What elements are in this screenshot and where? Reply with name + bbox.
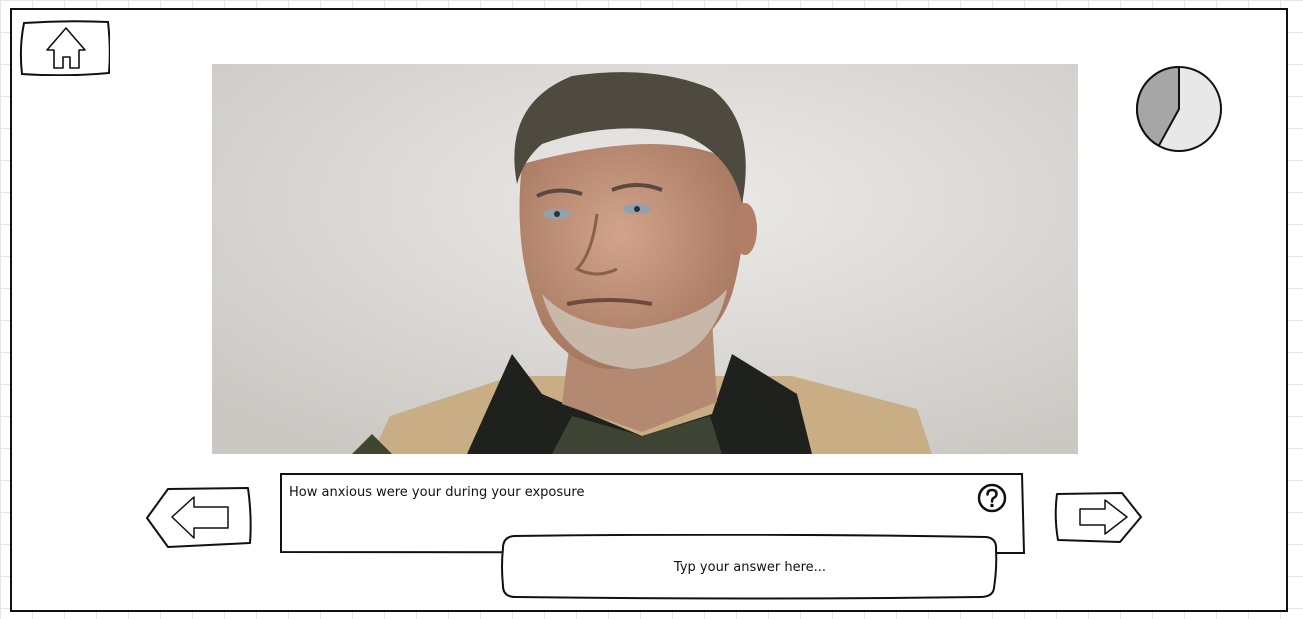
home-icon — [19, 20, 111, 77]
answer-input[interactable] — [512, 542, 988, 592]
home-button[interactable] — [18, 20, 111, 77]
arrow-right-icon — [1054, 492, 1142, 543]
next-button[interactable] — [1052, 490, 1144, 544]
progress-pie-chart — [1134, 63, 1224, 155]
previous-button[interactable] — [144, 485, 254, 549]
arrow-left-icon — [146, 487, 252, 548]
answer-field-container — [500, 534, 998, 600]
exposure-photo — [212, 64, 1078, 454]
question-text: How anxious were your during your exposu… — [289, 485, 585, 500]
app-frame: How anxious were your during your exposu… — [10, 8, 1288, 612]
question-mark-icon[interactable] — [976, 482, 1008, 514]
